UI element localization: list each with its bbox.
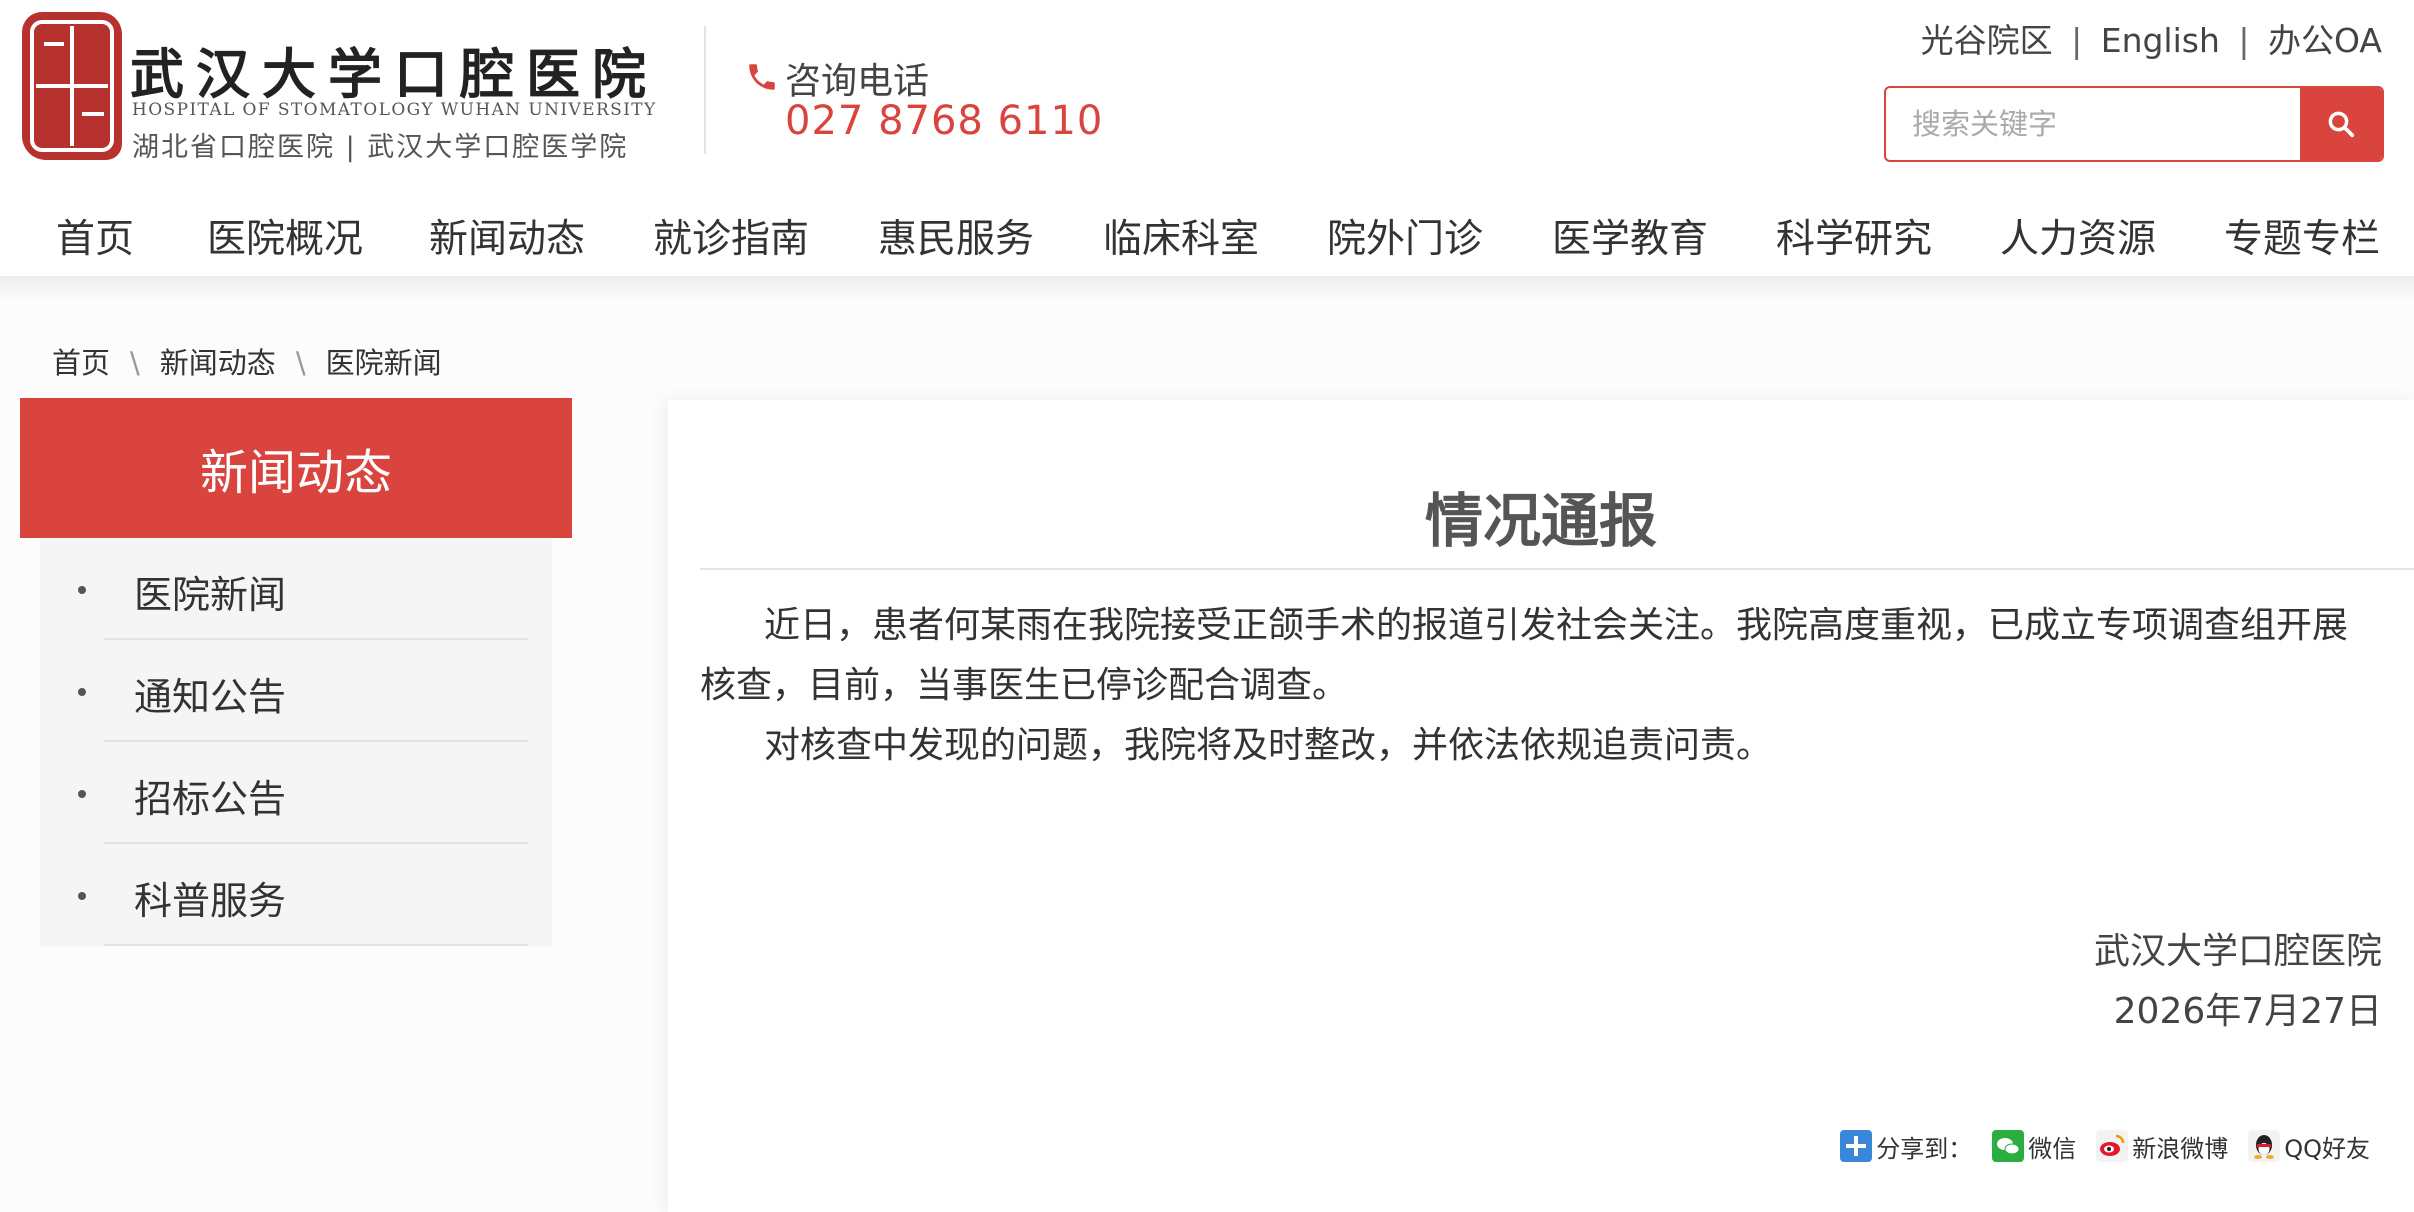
phone-number: 027 8768 6110	[785, 98, 1104, 144]
title-divider	[700, 568, 2414, 570]
breadcrumb-separator: \	[130, 346, 140, 380]
link-separator: |	[2071, 21, 2083, 60]
article-panel: 情况通报 近日，患者何某雨在我院接受正颌手术的报道引发社会关注。我院高度重视，已…	[668, 400, 2414, 1212]
breadcrumb-separator: \	[295, 346, 306, 380]
share-weibo-label: 新浪微博	[2132, 1134, 2229, 1163]
article-title: 情况通报	[1424, 487, 1657, 555]
hospital-seal-logo[interactable]	[22, 12, 122, 160]
article-paragraph: 对核查中发现的问题，我院将及时整改，并依法依规追责问责。	[764, 725, 1773, 766]
sidebar-item-tenders[interactable]: 招标公告	[40, 742, 552, 844]
bullet-icon	[78, 892, 86, 900]
bullet-icon	[78, 586, 86, 594]
nav-special-topics[interactable]: 专题专栏	[2224, 208, 2380, 264]
link-separator: |	[2238, 21, 2250, 60]
nav-medical-education[interactable]: 医学教育	[1552, 208, 1708, 264]
search-icon	[2328, 111, 2355, 138]
nav-research[interactable]: 科学研究	[1776, 208, 1932, 264]
phone-icon	[749, 64, 775, 90]
sidebar-item-label: 招标公告	[134, 777, 287, 821]
article-body: 近日，患者何某雨在我院接受正颌手术的报道引发社会关注。我院高度重视，已成立专项调…	[700, 596, 2380, 776]
share-wechat-button[interactable]: 微信	[1992, 1129, 2076, 1164]
logo-subtitle: 湖北省口腔医院 | 武汉大学口腔医学院	[132, 132, 629, 163]
signature-organization: 武汉大学口腔医院	[2093, 931, 2382, 972]
share-wechat-label: 微信	[2028, 1134, 2077, 1163]
sidebar-item-label: 通知公告	[134, 675, 287, 719]
sidebar-item-hospital-news[interactable]: 医院新闻	[40, 538, 552, 640]
bullet-icon	[78, 688, 86, 696]
sidebar-menu: 医院新闻 通知公告 招标公告 科普服务	[40, 538, 552, 946]
sidebar-title: 新闻动态	[20, 398, 572, 538]
breadcrumb: 首页 \ 新闻动态 \ 医院新闻	[52, 340, 442, 382]
nav-public-service[interactable]: 惠民服务	[878, 208, 1034, 264]
header-divider	[704, 26, 706, 154]
sidebar-item-science-service[interactable]: 科普服务	[40, 844, 552, 946]
share-more-button[interactable]: 分享到：	[1840, 1129, 1972, 1164]
plus-icon	[1840, 1130, 1873, 1162]
search-button[interactable]	[2300, 88, 2382, 160]
divider	[104, 944, 528, 946]
sidebar-item-label: 医院新闻	[134, 573, 287, 617]
share-bar: 分享到： 微信 新浪微博 QQ好友	[1840, 1126, 2370, 1166]
share-label: 分享到：	[1876, 1134, 1973, 1163]
share-weibo-button[interactable]: 新浪微博	[2096, 1129, 2228, 1164]
link-guanggu-campus[interactable]: 光谷院区	[1921, 14, 2053, 62]
nav-news[interactable]: 新闻动态	[429, 208, 585, 264]
site-header: 武汉大学口腔医院 HOSPITAL OF STOMATOLOGY WUHAN U…	[0, 0, 2414, 180]
nav-outpatient-clinics[interactable]: 院外门诊	[1327, 208, 1483, 264]
nav-hospital-overview[interactable]: 医院概况	[207, 208, 363, 264]
nav-shadow	[0, 276, 2414, 300]
sidebar-item-label: 科普服务	[134, 879, 287, 923]
logo-title: 武汉大学口腔医院	[130, 42, 658, 106]
main-nav: 首页 医院概况 新闻动态 就诊指南 惠民服务 临床科室 院外门诊 医学教育 科学…	[0, 188, 2414, 278]
phone-label: 咨询电话	[785, 61, 930, 102]
wechat-icon	[1992, 1130, 2025, 1162]
search-box	[1884, 86, 2384, 162]
weibo-icon	[2096, 1130, 2129, 1162]
top-links: 光谷院区 | English | 办公OA	[1921, 14, 2382, 62]
qq-penguin-icon	[2248, 1130, 2281, 1162]
bullet-icon	[78, 790, 86, 798]
nav-visit-guide[interactable]: 就诊指南	[653, 208, 809, 264]
nav-home[interactable]: 首页	[56, 208, 134, 264]
signature-date: 2026年7月27日	[2113, 991, 2382, 1032]
share-qq-label: QQ好友	[2284, 1134, 2370, 1163]
breadcrumb-hospital-news[interactable]: 医院新闻	[326, 346, 442, 380]
breadcrumb-home[interactable]: 首页	[52, 346, 110, 380]
logo-english-name: HOSPITAL OF STOMATOLOGY WUHAN UNIVERSITY	[132, 100, 657, 120]
share-qq-button[interactable]: QQ好友	[2248, 1129, 2370, 1164]
sidebar-item-notices[interactable]: 通知公告	[40, 640, 552, 742]
nav-clinical-departments[interactable]: 临床科室	[1103, 208, 1259, 264]
breadcrumb-news[interactable]: 新闻动态	[160, 346, 276, 380]
search-input[interactable]	[1886, 88, 2302, 160]
link-office-oa[interactable]: 办公OA	[2268, 14, 2382, 62]
nav-human-resources[interactable]: 人力资源	[2000, 208, 2156, 264]
article-paragraph: 近日，患者何某雨在我院接受正颌手术的报道引发社会关注。我院高度重视，已成立专项调…	[700, 605, 2349, 706]
article-signature: 武汉大学口腔医院 2026年7月27日	[2094, 922, 2382, 1042]
link-english[interactable]: English	[2101, 21, 2220, 60]
